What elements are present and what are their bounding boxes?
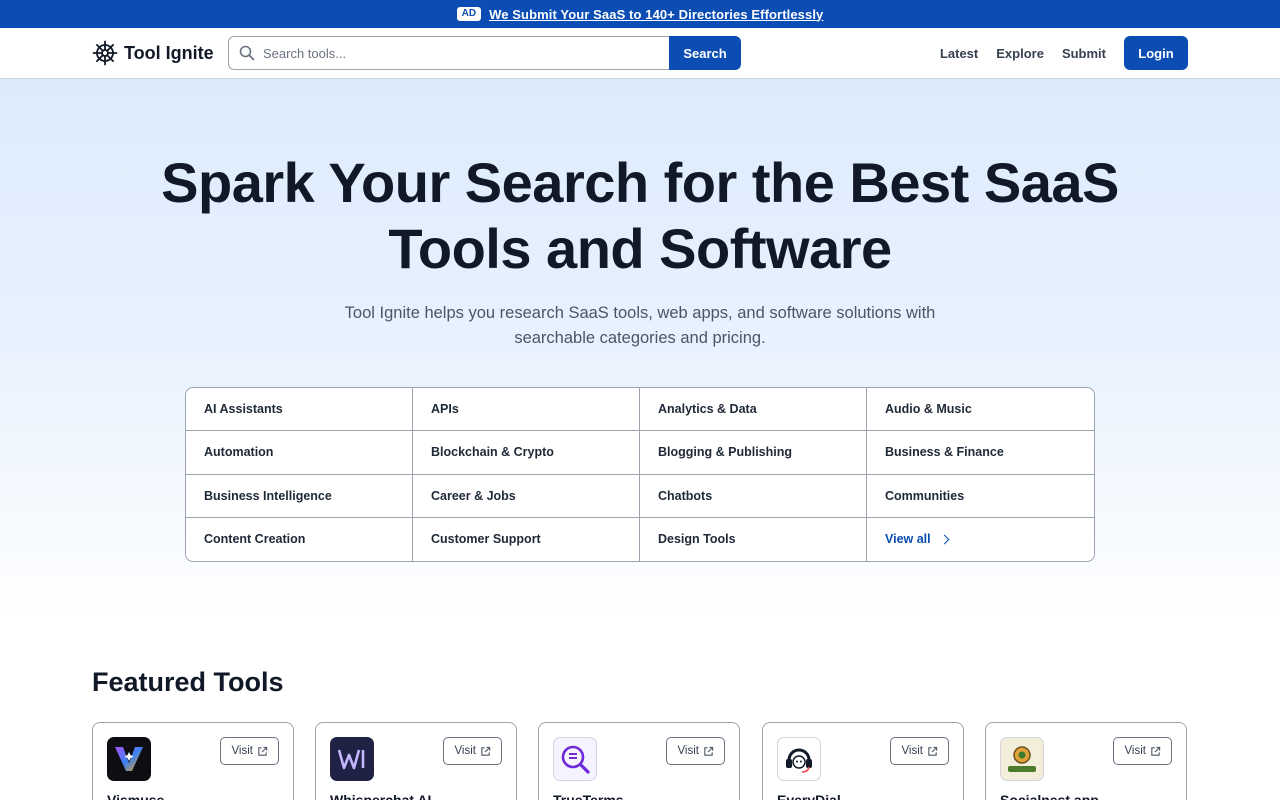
category-ai-assistants[interactable]: AI Assistants [186,388,413,432]
whisperchat-logo [330,737,374,781]
category-analytics-data[interactable]: Analytics & Data [640,388,867,432]
hero-section: Spark Your Search for the Best SaaS Tool… [0,79,1280,619]
category-business-finance[interactable]: Business & Finance [867,431,1094,475]
hero-subtitle: Tool Ignite helps you research SaaS tool… [344,304,936,347]
external-link-icon [258,746,268,756]
visit-button[interactable]: Visit [890,737,949,765]
visit-label: Visit [1124,745,1146,757]
magnifier-document-icon [561,745,590,774]
category-customer-support[interactable]: Customer Support [413,517,640,561]
site-header: Tool Ignite Search Latest Explore Submit… [0,28,1280,79]
everydial-logo [777,737,821,781]
nav-submit[interactable]: Submit [1062,46,1106,61]
visit-button[interactable]: Visit [220,737,279,765]
visit-button[interactable]: Visit [443,737,502,765]
vismuse-v-icon [115,747,143,771]
tool-card-trueterms[interactable]: Visit TrueTerms [538,722,740,800]
tool-card-socialnest[interactable]: Visit Socialnest.app [985,722,1187,800]
login-button[interactable]: Login [1124,36,1188,70]
tool-name: Vismuse [107,792,165,800]
brand-logo[interactable]: Tool Ignite [92,40,214,66]
tool-card-vismuse[interactable]: Visit Vismuse [92,722,294,800]
category-career-jobs[interactable]: Career & Jobs [413,474,640,518]
search-icon [239,45,255,61]
search-form: Search [228,36,741,70]
category-chatbots[interactable]: Chatbots [640,474,867,518]
vismuse-logo [107,737,151,781]
search-box [228,36,669,70]
headset-icon [786,748,812,773]
featured-tools-heading: Featured Tools [92,667,284,697]
view-all-categories-link[interactable]: View all [867,518,1094,561]
visit-label: Visit [901,745,923,757]
tool-card-everydial[interactable]: Visit EveryDial [762,722,964,800]
external-link-icon [1151,746,1161,756]
category-blockchain-crypto[interactable]: Blockchain & Crypto [413,431,640,475]
socialnest-logo [1000,737,1044,781]
category-business-intelligence[interactable]: Business Intelligence [186,474,413,518]
tool-card-whisperchat[interactable]: Visit Whisperchat AI [315,722,517,800]
tool-name: TrueTerms [553,792,624,800]
category-blogging-publishing[interactable]: Blogging & Publishing [640,431,867,475]
ad-banner[interactable]: AD We Submit Your SaaS to 140+ Directori… [0,0,1280,28]
category-apis[interactable]: APIs [413,388,640,432]
trueterms-logo [553,737,597,781]
category-design-tools[interactable]: Design Tools [640,517,867,561]
nav-explore[interactable]: Explore [996,46,1044,61]
visit-label: Visit [677,745,699,757]
visit-button[interactable]: Visit [666,737,725,765]
tool-name: EveryDial [777,792,841,800]
hero-title: Spark Your Search for the Best SaaS Tool… [161,151,1119,280]
category-automation[interactable]: Automation [186,431,413,475]
search-input[interactable] [263,45,643,61]
category-audio-music[interactable]: Audio & Music [867,388,1094,432]
external-link-icon [704,746,714,756]
category-content-creation[interactable]: Content Creation [186,517,413,561]
whisperchat-w-icon [337,749,365,770]
view-all-label: View all [885,532,931,547]
visit-label: Visit [454,745,476,757]
ad-link[interactable]: We Submit Your SaaS to 140+ Directories … [489,7,823,22]
category-communities[interactable]: Communities [867,475,1094,518]
ship-wheel-icon [92,40,118,66]
tool-name: Socialnest.app [1000,792,1099,800]
category-grid: AI Assistants APIs Analytics & Data Audi… [185,387,1095,562]
tool-name: Whisperchat AI [330,792,432,800]
visit-button[interactable]: Visit [1113,737,1172,765]
chevron-right-icon [939,534,950,545]
visit-label: Visit [231,745,253,757]
ad-badge: AD [456,7,482,21]
nav-latest[interactable]: Latest [940,46,978,61]
main-nav: Latest Explore Submit Login [922,36,1188,70]
socialnest-nest-icon [1008,746,1036,772]
external-link-icon [481,746,491,756]
brand-name: Tool Ignite [124,42,214,63]
external-link-icon [928,746,938,756]
search-button[interactable]: Search [669,36,741,70]
